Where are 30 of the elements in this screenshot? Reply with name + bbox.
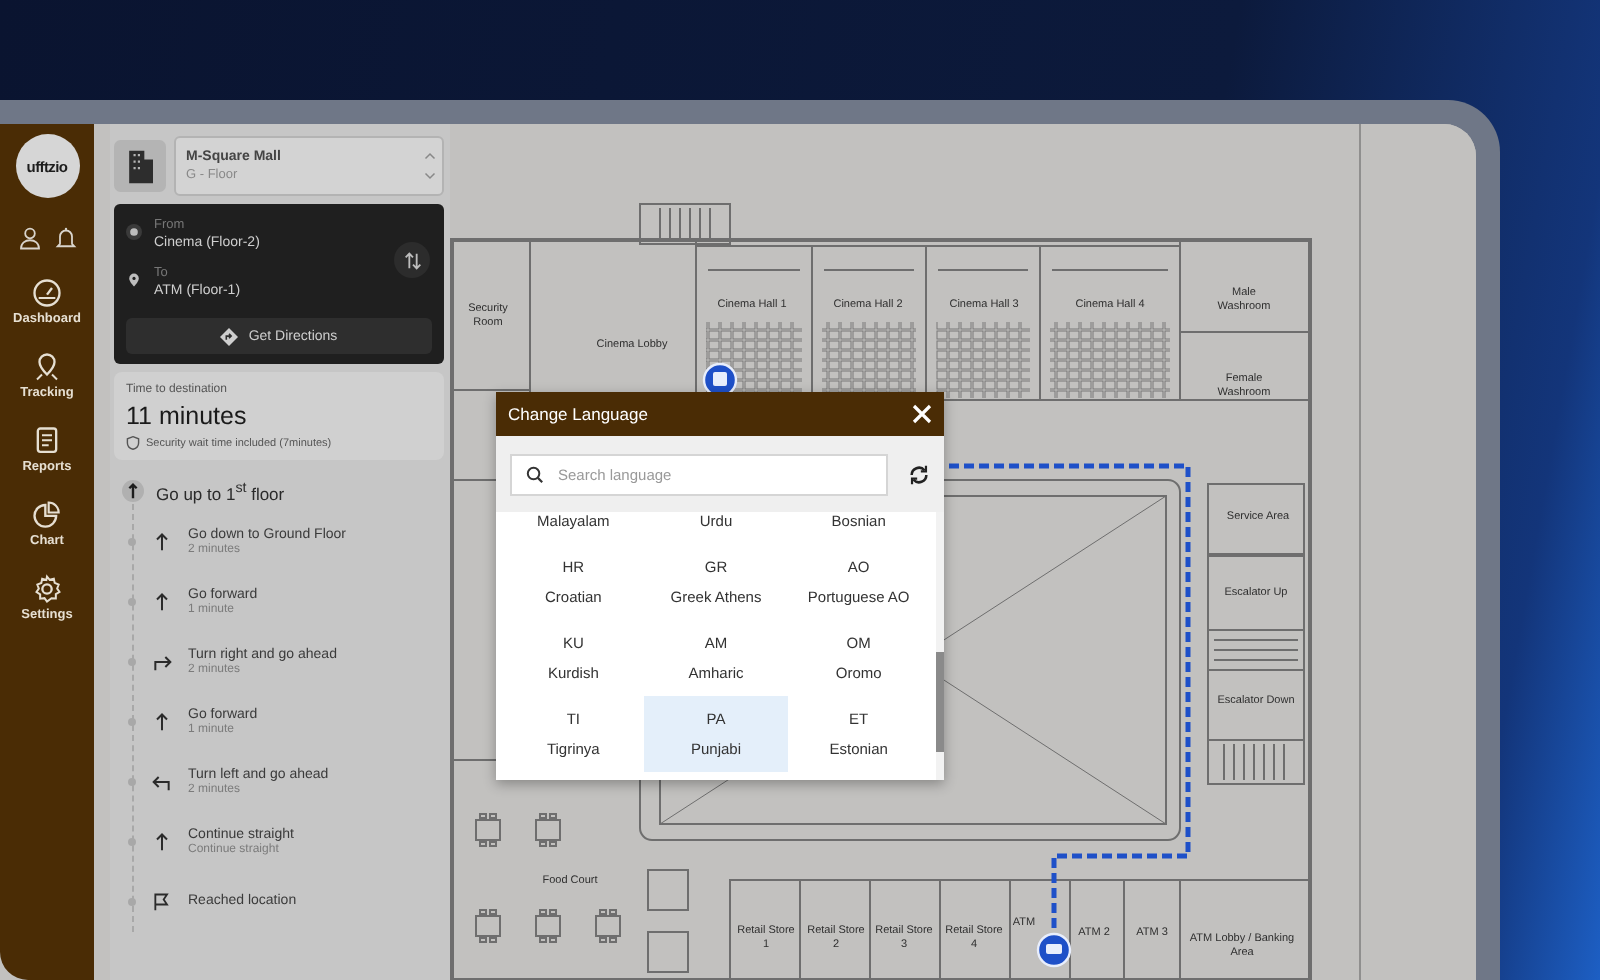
swap-button[interactable] [394, 242, 430, 278]
turn-left-icon [152, 771, 172, 792]
location-pin-icon [126, 272, 142, 288]
scrollbar-thumb[interactable] [936, 652, 944, 752]
dialog-title: Change Language [508, 404, 648, 424]
bell-icon[interactable] [53, 226, 77, 250]
up-arrow-icon [152, 591, 172, 612]
up-arrow-icon [152, 831, 172, 852]
user-icon[interactable] [17, 226, 41, 250]
close-icon [912, 404, 932, 424]
search-icon [526, 465, 544, 483]
gauge-icon [31, 278, 62, 308]
refresh-icon [908, 463, 930, 485]
location-pin-icon [31, 352, 62, 382]
location-marker [1036, 932, 1072, 968]
document-icon [32, 426, 62, 456]
directions-icon [220, 327, 239, 345]
shield-icon [126, 436, 140, 450]
refresh-button[interactable] [908, 463, 930, 485]
origin-dot-icon [126, 224, 142, 240]
up-arrow-icon [152, 711, 172, 732]
step-heading: Go up to 1$^{st}$ floor [156, 480, 285, 504]
flag-icon [152, 891, 172, 912]
up-arrow-icon [152, 531, 172, 552]
turn-right-icon [152, 651, 172, 672]
close-button[interactable] [912, 404, 932, 424]
swap-arrows-icon [401, 249, 423, 271]
settings-icon [32, 574, 62, 604]
pie-chart-icon [31, 500, 62, 530]
building-icon [114, 140, 166, 192]
